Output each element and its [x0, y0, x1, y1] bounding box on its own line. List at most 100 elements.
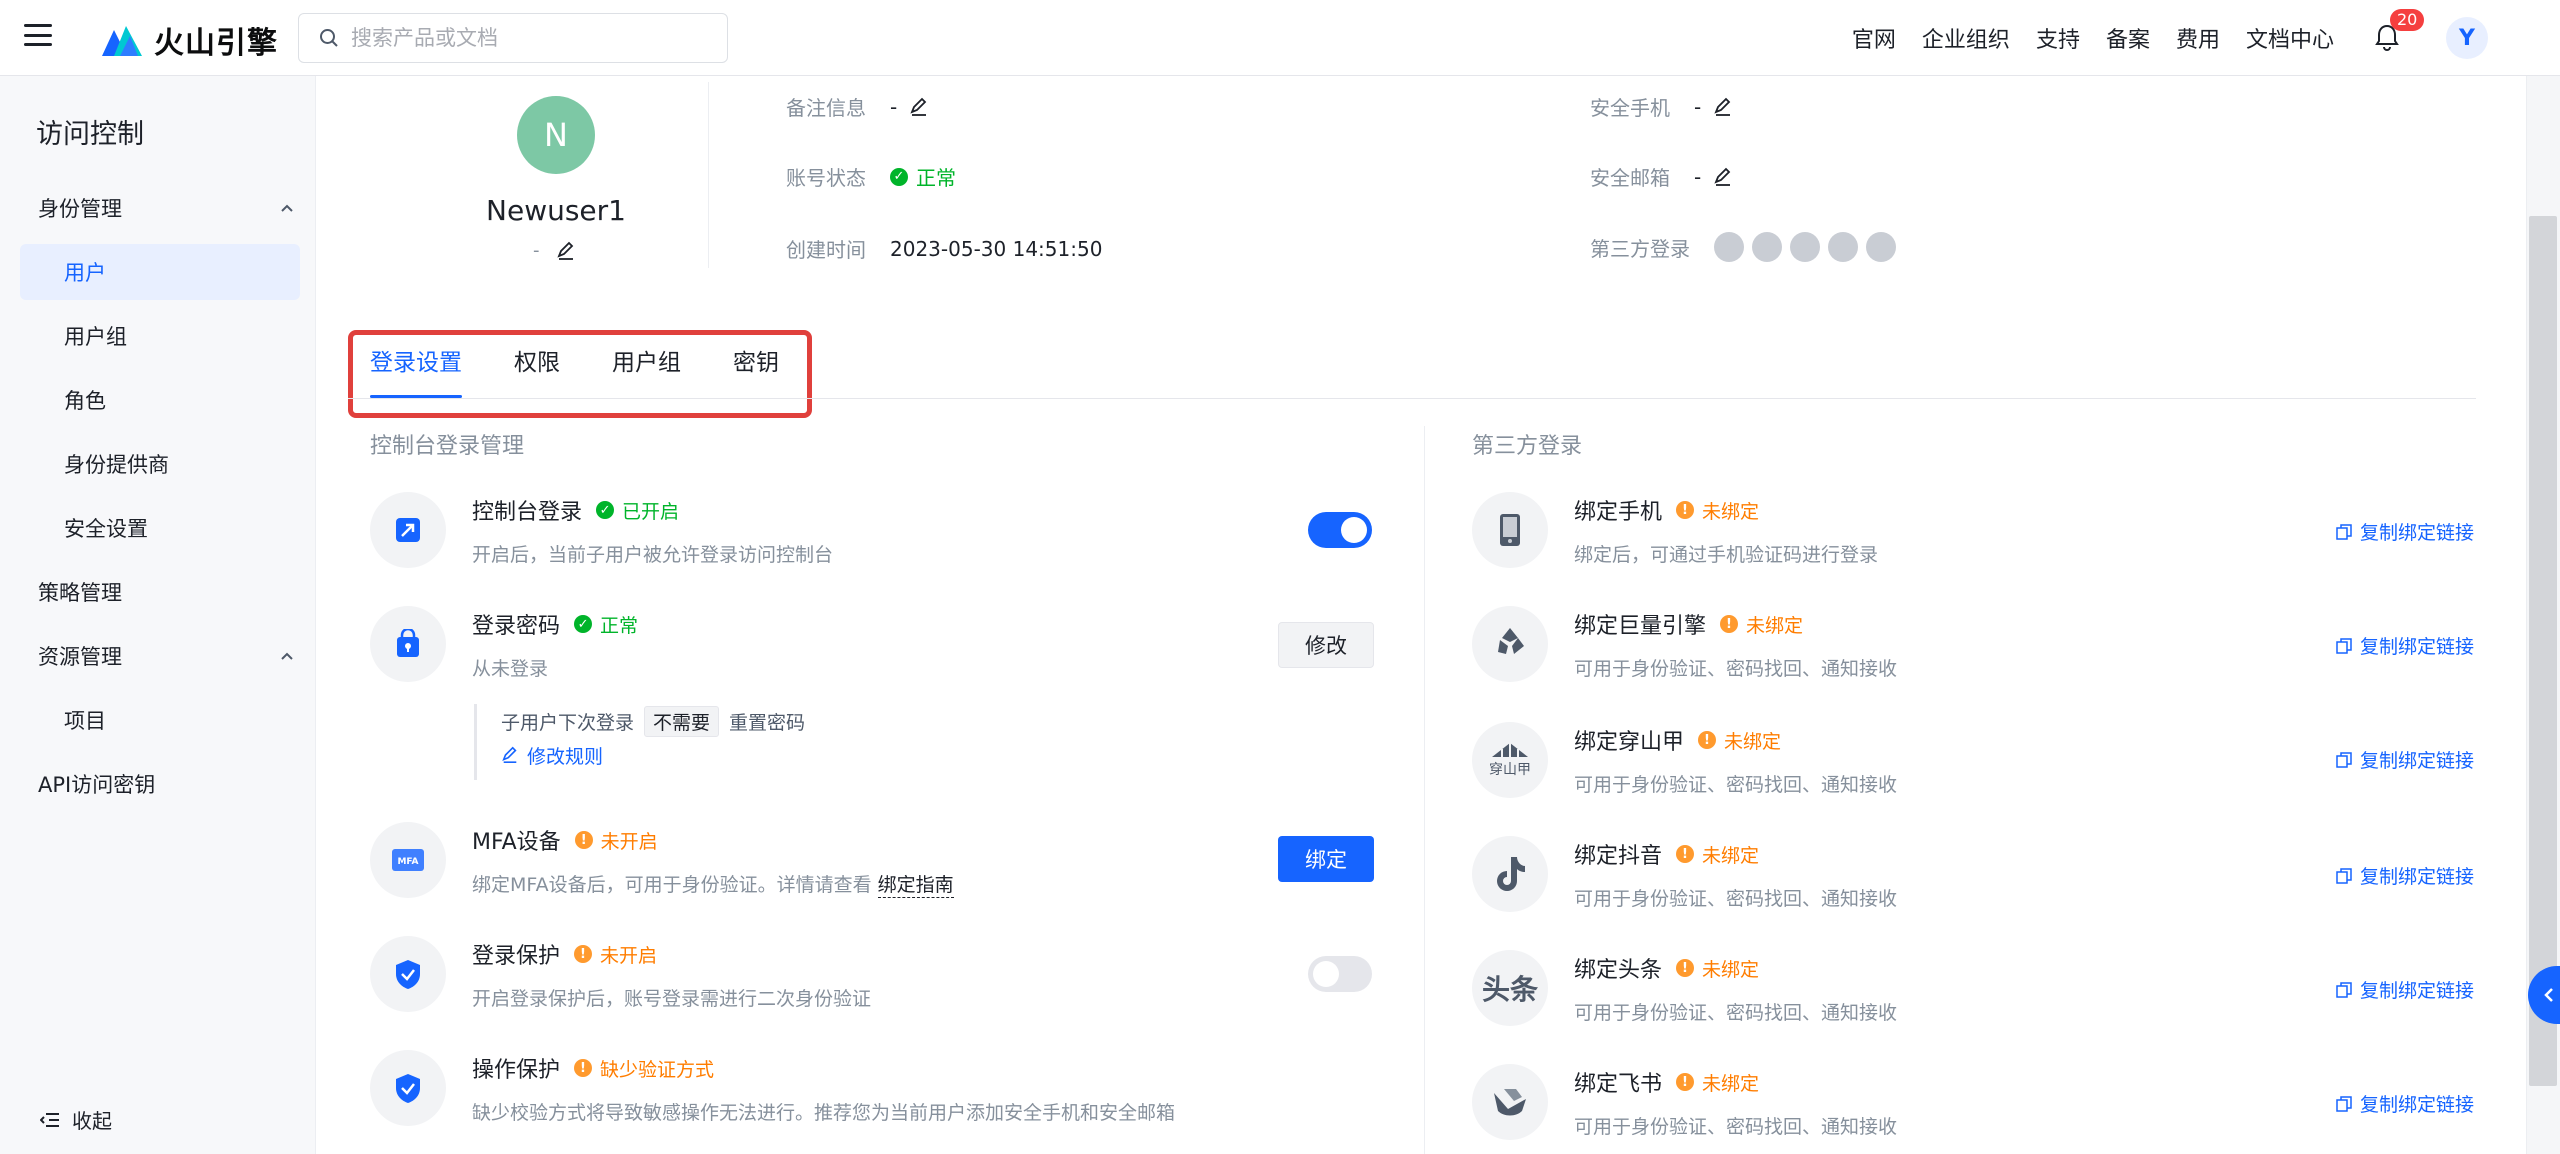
status-badge: ✓ 正常: [574, 611, 638, 638]
status-badge: ! 未绑定: [1676, 497, 1759, 524]
copy-bind-link-douyin[interactable]: 复制绑定链接: [2336, 862, 2474, 889]
operation-protect-icon: [370, 1050, 446, 1126]
console-login-desc: 开启后，当前子用户被允许登录访问控制台: [472, 544, 834, 566]
warning-circle-icon: !: [1676, 1073, 1695, 1091]
scrollbar-thumb[interactable]: [2529, 216, 2557, 1086]
copy-bind-link-phone[interactable]: 复制绑定链接: [2336, 518, 2474, 545]
field-value: -: [1694, 164, 1702, 189]
next-login-row: 子用户下次登录 不需要 重置密码: [501, 704, 805, 738]
field-created-time: 创建时间 2023-05-30 14:51:50: [786, 234, 1102, 263]
sidebar-item-roles[interactable]: 角色: [20, 372, 300, 428]
field-value: 2023-05-30 14:51:50: [890, 236, 1103, 261]
collapse-label: 收起: [72, 1109, 112, 1133]
warning-circle-icon: !: [574, 1059, 593, 1077]
status-text: 正常: [600, 614, 639, 637]
notification-button[interactable]: 20: [2374, 9, 2425, 53]
check-circle-icon: ✓: [890, 167, 908, 186]
modify-password-button[interactable]: 修改: [1278, 622, 1374, 668]
console-login-title: 控制台登录 ✓ 已开启: [472, 494, 679, 526]
row-title-text: 绑定飞书: [1574, 1072, 1663, 1097]
next-login-tag: 不需要: [644, 705, 720, 737]
user-avatar[interactable]: Y: [2446, 17, 2488, 59]
sidebar-item-users[interactable]: 用户: [20, 244, 300, 300]
copy-bind-link-pangle[interactable]: 复制绑定链接: [2336, 746, 2474, 773]
row-title-text: 登录密码: [472, 614, 561, 639]
search-input[interactable]: [351, 26, 711, 50]
sidebar-item-security[interactable]: 安全设置: [20, 500, 300, 556]
row-title-text: 绑定巨量引擎: [1574, 614, 1707, 639]
sidebar-item-project[interactable]: 项目: [20, 692, 300, 748]
sidebar-group-resource[interactable]: 资源管理: [38, 628, 294, 684]
sidebar-item-api-keys[interactable]: API访问密钥: [20, 756, 300, 812]
nav-official-site[interactable]: 官网: [1852, 22, 1896, 54]
sidebar-item-idp[interactable]: 身份提供商: [20, 436, 300, 492]
hamburger-menu-icon[interactable]: [24, 24, 52, 46]
copy-bind-link-feishu[interactable]: 复制绑定链接: [2336, 1090, 2474, 1117]
search-box[interactable]: [298, 13, 728, 63]
user-profile-name: Newuser1: [486, 194, 626, 227]
mfa-guide-link[interactable]: 绑定指南: [877, 870, 954, 898]
douyin-logo-icon: [1472, 836, 1548, 912]
pangle-icon-text: 穿山甲: [1489, 762, 1531, 778]
edit-icon[interactable]: [1713, 167, 1733, 187]
bind-mfa-button[interactable]: 绑定: [1278, 836, 1374, 882]
field-security-email: 安全邮箱 -: [1590, 162, 1733, 191]
phone-icon: [1472, 492, 1548, 568]
copy-link-text: 复制绑定链接: [2360, 636, 2475, 658]
copy-bind-link-toutiao[interactable]: 复制绑定链接: [2336, 976, 2474, 1003]
login-protect-toggle[interactable]: [1308, 956, 1372, 992]
nav-filing[interactable]: 备案: [2106, 22, 2150, 54]
third-party-icons: [1714, 232, 1896, 262]
copy-link-text: 复制绑定链接: [2360, 866, 2475, 888]
copy-icon: [2336, 981, 2352, 998]
console-login-icon: [370, 492, 446, 568]
modify-rule-link[interactable]: 修改规则: [501, 742, 603, 769]
copy-link-text: 复制绑定链接: [2360, 980, 2475, 1002]
edit-icon[interactable]: [556, 241, 576, 261]
bind-feishu-title: 绑定飞书 ! 未绑定: [1574, 1066, 1759, 1098]
password-title: 登录密码 ✓ 正常: [472, 608, 638, 640]
sidebar-item-user-groups[interactable]: 用户组: [20, 308, 300, 364]
copy-icon: [2336, 751, 2352, 768]
toutiao-icon-text: 头条: [1481, 973, 1538, 1006]
edit-icon[interactable]: [1713, 97, 1733, 117]
row-title-text: 绑定抖音: [1574, 844, 1663, 869]
field-label: 安全邮箱: [1590, 166, 1670, 190]
status-badge: ! 未绑定: [1676, 841, 1759, 868]
user-profile-note: -: [533, 240, 576, 261]
bind-pangle-desc: 可用于身份验证、密码找回、通知接收: [1574, 774, 1898, 796]
console-login-toggle[interactable]: [1308, 512, 1372, 548]
status-badge: ! 未开启: [574, 941, 657, 968]
nav-enterprise[interactable]: 企业组织: [1922, 22, 2010, 54]
sidebar-collapse-button[interactable]: 收起: [40, 1105, 112, 1134]
login-protect-desc: 开启登录保护后，账号登录需进行二次身份验证: [472, 988, 872, 1010]
login-protect-icon: [370, 936, 446, 1012]
sidebar-item-policy[interactable]: 策略管理: [20, 564, 300, 620]
top-bar: 火山引擎 官网 企业组织 支持 备案 费用 文档中心 20 Y: [0, 0, 2560, 76]
edit-icon[interactable]: [909, 97, 929, 117]
field-remark: 备注信息 -: [786, 92, 929, 121]
field-label: 创建时间: [786, 238, 866, 262]
status-text: 未绑定: [1724, 730, 1782, 753]
nav-support[interactable]: 支持: [2036, 22, 2080, 54]
nav-docs[interactable]: 文档中心: [2246, 22, 2334, 54]
status-badge: ! 未开启: [574, 827, 658, 854]
sidebar-group-identity[interactable]: 身份管理: [38, 180, 294, 236]
sidebar-group-label: 身份管理: [38, 197, 122, 221]
brand-logo[interactable]: 火山引擎: [100, 18, 278, 62]
mfa-title: MFA设备 ! 未开启: [472, 824, 658, 856]
sidebar-title: 访问控制: [36, 119, 144, 150]
bind-toutiao-title: 绑定头条 ! 未绑定: [1574, 952, 1759, 984]
bind-juliang-desc: 可用于身份验证、密码找回、通知接收: [1574, 658, 1898, 680]
copy-bind-link-juliang[interactable]: 复制绑定链接: [2336, 632, 2474, 659]
copy-icon: [2336, 637, 2352, 654]
password-subsettings: 子用户下次登录 不需要 重置密码 修改规则: [474, 704, 805, 780]
field-label: 第三方登录: [1590, 236, 1690, 261]
sidebar-group-label: 资源管理: [38, 645, 122, 669]
nav-billing[interactable]: 费用: [2176, 22, 2220, 54]
volcano-logo-icon: [102, 26, 142, 56]
bind-feishu-desc: 可用于身份验证、密码找回、通知接收: [1574, 1116, 1898, 1138]
toutiao-icon: [1828, 232, 1858, 262]
toutiao-logo-icon: 头条: [1472, 950, 1548, 1026]
password-icon: [370, 606, 446, 682]
